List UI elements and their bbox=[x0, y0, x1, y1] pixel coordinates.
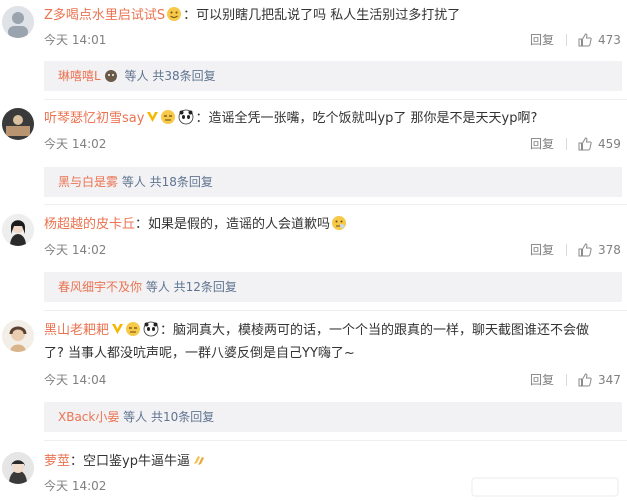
comment-text-line: 听琴瑟忆初雪say ：造谣全凭一张嘴，吃个饭就叫yp了 那你是不是天天yp啊? bbox=[44, 109, 622, 128]
thumbs-up-icon[interactable] bbox=[578, 243, 592, 257]
comment-text-line: 杨超越的皮卡丘：如果是假的，造谣的人会道歉吗 bbox=[44, 215, 622, 234]
like-count: 459 bbox=[598, 137, 621, 151]
emoji-icon bbox=[104, 64, 118, 82]
comment-divider bbox=[44, 440, 627, 441]
reply-username[interactable]: 春风细宇不及你 bbox=[58, 280, 142, 294]
emoji-icon bbox=[160, 109, 176, 125]
reply-username[interactable]: 黑与白是雾 bbox=[58, 175, 118, 189]
username-link[interactable]: 杨超越的皮卡丘 bbox=[44, 217, 135, 232]
comment-text: ：造谣全凭一张嘴，吃个饭就叫yp了 那你是不是天天yp啊? bbox=[195, 111, 538, 126]
like-count: 347 bbox=[598, 373, 621, 387]
watermark-logo bbox=[471, 477, 619, 497]
action-divider bbox=[566, 244, 567, 256]
comment-text: ：如果是假的，造谣的人会道歉吗 bbox=[135, 217, 331, 232]
username-link[interactable]: 听琴瑟忆初雪say bbox=[44, 111, 144, 126]
comment-time: 今天 14:01 bbox=[44, 33, 107, 47]
comment-time: 今天 14:04 bbox=[44, 373, 107, 387]
thumbs-up-icon[interactable] bbox=[578, 33, 592, 47]
avatar[interactable] bbox=[2, 108, 34, 140]
reply-username[interactable]: XBack小晏 bbox=[58, 410, 119, 424]
comment-text: ：脑洞真大，模棱两可的话，一个个当的跟真的一样，聊天截图谁还不会做 bbox=[160, 323, 590, 338]
vip-badge-icon bbox=[111, 322, 124, 336]
thinking-emoji-icon bbox=[331, 215, 347, 231]
reply-count-link[interactable]: 共38条回复 bbox=[152, 69, 215, 83]
comment-text: 了? 当事人都没吭声呢，一群八婆反倒是自己YY嗨了~ bbox=[44, 346, 355, 361]
reply-button[interactable]: 回复 bbox=[530, 242, 554, 258]
reply-count-link[interactable]: 共18条回复 bbox=[150, 175, 213, 189]
avatar[interactable] bbox=[2, 6, 34, 38]
clap-emoji-icon bbox=[191, 452, 207, 468]
reply-button[interactable]: 回复 bbox=[530, 136, 554, 152]
action-divider bbox=[566, 34, 567, 46]
action-divider bbox=[566, 374, 567, 386]
avatar[interactable] bbox=[2, 320, 34, 352]
comment-time: 今天 14:02 bbox=[44, 137, 107, 151]
comment-divider bbox=[44, 99, 627, 100]
username-link[interactable]: 黑山老耙耙 bbox=[44, 323, 109, 338]
comment-text-line-2: 了? 当事人都没吭声呢，一群八婆反倒是自己YY嗨了~ bbox=[44, 345, 622, 363]
comment-divider bbox=[44, 310, 627, 311]
reply-username[interactable]: 琳嘻嘻L bbox=[58, 69, 101, 83]
comment-divider bbox=[44, 204, 627, 205]
reply-button[interactable]: 回复 bbox=[530, 32, 554, 48]
comment-text-line: Z多喝点水里启试试S ：可以别瞎几把乱说了吗 私人生活别过多打扰了 bbox=[44, 6, 622, 25]
reply-thread-summary[interactable]: 琳嘻嘻L 等人 共38条回复 bbox=[44, 61, 622, 91]
like-count: 473 bbox=[598, 33, 621, 47]
thumbs-up-icon[interactable] bbox=[578, 137, 592, 151]
comment-text: ：可以别瞎几把乱说了吗 私人生活别过多打扰了 bbox=[183, 8, 461, 23]
avatar[interactable] bbox=[2, 214, 34, 246]
username-link[interactable]: 萝莖 bbox=[44, 454, 70, 469]
emoji-icon bbox=[125, 321, 141, 337]
reply-thread-summary[interactable]: 黑与白是雾 等人 共18条回复 bbox=[44, 167, 622, 197]
comment-time: 今天 14:02 bbox=[44, 479, 107, 493]
comment-time: 今天 14:02 bbox=[44, 243, 107, 257]
panda-emoji-icon bbox=[178, 109, 194, 125]
reply-button[interactable]: 回复 bbox=[530, 372, 554, 388]
comment-text: ：空口鉴yp牛逼牛逼 bbox=[70, 454, 190, 469]
reply-thread-summary[interactable]: 春风细宇不及你 等人 共12条回复 bbox=[44, 272, 622, 302]
reply-count-link[interactable]: 共10条回复 bbox=[151, 410, 214, 424]
comment-text-line: 黑山老耙耙 ：脑洞真大，模棱两可的话，一个个当的跟真的一样，聊天截图谁还不会做 bbox=[44, 321, 622, 340]
avatar[interactable] bbox=[2, 452, 34, 484]
action-divider bbox=[566, 138, 567, 150]
emoji-icon bbox=[166, 6, 182, 22]
like-count: 378 bbox=[598, 243, 621, 257]
vip-badge-icon bbox=[146, 110, 159, 124]
username-link[interactable]: Z多喝点水里启试试S bbox=[44, 8, 165, 23]
reply-count-link[interactable]: 共12条回复 bbox=[174, 280, 237, 294]
reply-thread-summary[interactable]: XBack小晏 等人 共10条回复 bbox=[44, 402, 622, 432]
panda-emoji-icon bbox=[143, 321, 159, 337]
thumbs-up-icon[interactable] bbox=[578, 373, 592, 387]
comment-text-line: 萝莖：空口鉴yp牛逼牛逼 bbox=[44, 452, 622, 471]
